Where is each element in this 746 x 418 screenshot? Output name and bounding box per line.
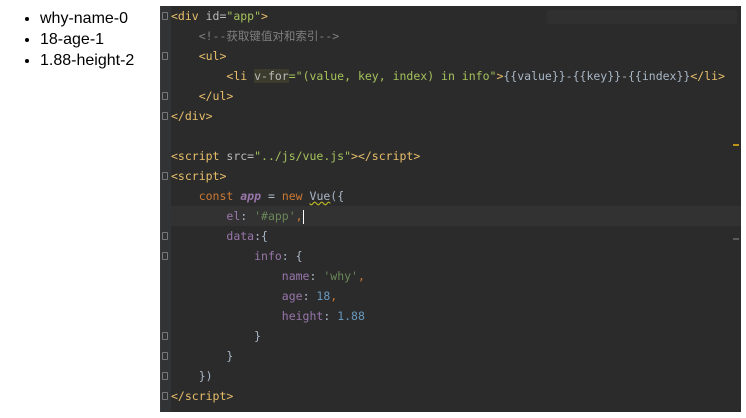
fold-icon[interactable] xyxy=(162,172,168,180)
editor-gutter xyxy=(161,6,171,412)
code-line: data:{ xyxy=(226,229,268,243)
fold-icon[interactable] xyxy=(162,352,168,360)
list-item: 18-age-1 xyxy=(40,29,158,50)
code-line: info: { xyxy=(254,249,303,263)
code-line: height: 1.88 xyxy=(281,309,365,323)
code-line: }) xyxy=(171,369,213,383)
code-line: </div> xyxy=(171,109,213,123)
output-list: why-name-0 18-age-1 1.88-height-2 xyxy=(0,8,158,71)
code-line-current: el: '#app', xyxy=(171,206,741,226)
rendered-output: why-name-0 18-age-1 1.88-height-2 xyxy=(0,8,158,71)
code-line: <!--获取键值对和索引--> xyxy=(198,29,340,43)
fold-icon[interactable] xyxy=(162,52,168,60)
fold-icon[interactable] xyxy=(162,92,168,100)
code-line: age: 18, xyxy=(281,289,338,303)
code-line: <ul> xyxy=(198,49,227,63)
fold-icon[interactable] xyxy=(162,372,168,380)
code-line: <li v-for="(value, key, index) in info">… xyxy=(226,69,725,83)
code-line: <script src="../js/vue.js"></script> xyxy=(171,149,421,163)
fold-icon[interactable] xyxy=(162,232,168,240)
code-line: } xyxy=(171,349,234,363)
text-caret xyxy=(302,209,304,224)
code-line: const app = new Vue({ xyxy=(198,189,345,203)
code-line: <div id="app"> xyxy=(171,9,268,23)
list-item: 1.88-height-2 xyxy=(40,50,158,71)
code-line: </ul> xyxy=(198,89,234,103)
code-line: </script> xyxy=(171,389,234,403)
code-line: } xyxy=(171,329,262,343)
fold-icon[interactable] xyxy=(162,12,168,20)
code-line: <script> xyxy=(171,169,227,183)
scrollbar-marker[interactable] xyxy=(733,144,739,146)
fold-icon[interactable] xyxy=(162,392,168,400)
list-item: why-name-0 xyxy=(40,8,158,29)
fold-icon[interactable] xyxy=(162,252,168,260)
fold-icon[interactable] xyxy=(162,112,168,120)
code-editor[interactable]: <div id="app"> <!--获取键值对和索引--> <ul> <li … xyxy=(160,6,741,412)
scrollbar-marker[interactable] xyxy=(733,238,739,240)
fold-icon[interactable] xyxy=(162,332,168,340)
code-line: name: 'why', xyxy=(281,269,365,283)
